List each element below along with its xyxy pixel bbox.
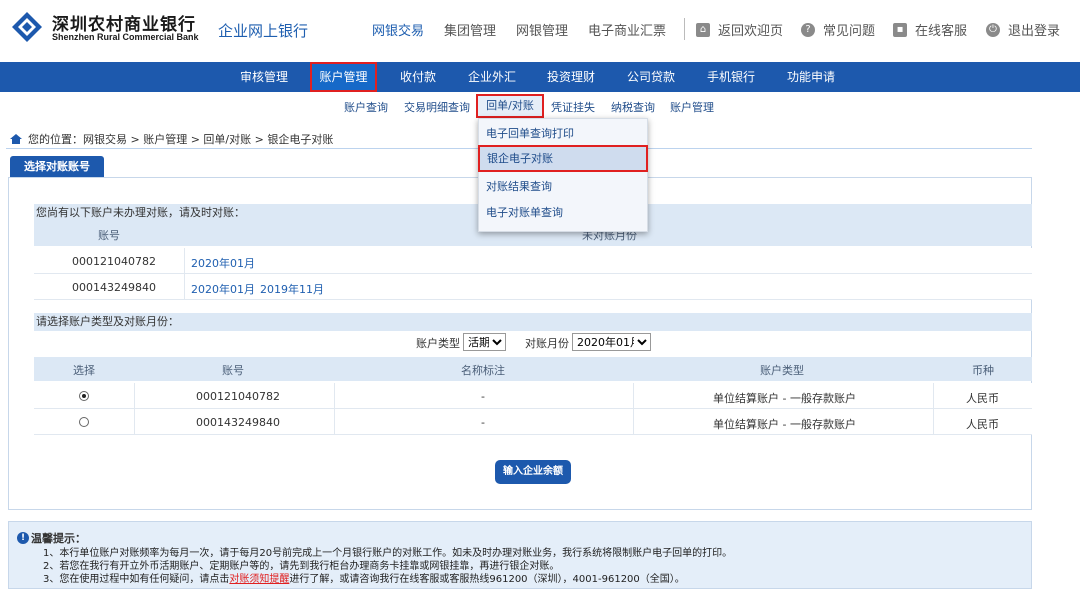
question-icon: ? <box>801 22 815 37</box>
top-link-ebill[interactable]: 电子商业汇票 <box>588 20 666 39</box>
cell-divider <box>134 409 135 435</box>
header: 深圳农村商业银行 Shenzhen Rural Commercial Bank … <box>0 0 1080 62</box>
home-link[interactable]: ⌂ 返回欢迎页 <box>696 20 783 39</box>
month-link[interactable]: 2020年01月 <box>191 281 255 297</box>
subnav-loss-report[interactable]: 凭证挂失 <box>551 99 595 115</box>
table-row: 000143249840 2020年01月 2019年11月 <box>34 274 1032 300</box>
cell-divider <box>334 409 335 435</box>
faq-link-label: 常见问题 <box>823 24 876 39</box>
col-select: 选择 <box>73 364 95 377</box>
logout-link-label: 退出登录 <box>1008 24 1061 39</box>
tips-box: ! 温馨提示： 1、本行单位账户对账频率为每月一次，请于每月20号前完成上一个月银… <box>8 521 1032 589</box>
subnav-tax[interactable]: 纳税查询 <box>611 99 655 115</box>
tip-line-3-b: 进行了解，或请咨询我行在线客服或客服热线961200（深圳），4001-9612… <box>289 574 685 585</box>
top-link-trading[interactable]: 网银交易 <box>372 20 424 39</box>
nav-audit[interactable]: 审核管理 <box>230 62 298 92</box>
table-row: 000121040782 - 单位结算账户 - 一般存款账户 人民币 <box>34 383 1032 409</box>
col-account-type: 账户类型 <box>760 364 804 377</box>
account-note: - <box>481 416 485 429</box>
account-type-select[interactable]: 活期 <box>463 333 506 351</box>
table-row: 000121040782 2020年01月 <box>34 248 1032 274</box>
menu-item-statement-query[interactable]: 电子对账单查询 <box>486 204 563 220</box>
top-link-group[interactable]: 集团管理 <box>444 20 496 39</box>
system-title: 企业网上银行 <box>218 22 309 40</box>
accounts-header: 选择 账号 名称标注 账户类型 币种 <box>34 357 1032 381</box>
bank-name-en: Shenzhen Rural Commercial Bank <box>52 32 199 42</box>
nav-investment[interactable]: 投资理财 <box>538 62 604 92</box>
top-links: 网银交易 集团管理 网银管理 电子商业汇票 <box>372 20 686 39</box>
service-link[interactable]: ▪ 在线客服 <box>893 20 967 39</box>
cell-divider <box>184 274 185 300</box>
main-nav: 审核管理 账户管理 收付款 企业外汇 投资理财 公司贷款 手机银行 功能申请 <box>0 62 1080 92</box>
faq-link[interactable]: ? 常见问题 <box>801 20 875 39</box>
account-type: 单位结算账户 - 一般存款账户 <box>713 418 856 431</box>
input-balance-button[interactable]: 输入企业余额 <box>495 460 571 484</box>
account-number: 000121040782 <box>196 390 280 403</box>
nav-payments[interactable]: 收付款 <box>390 62 446 92</box>
cell-divider <box>334 383 335 409</box>
tip-line-3-a: 3、您在使用过程中如有任何疑问，请点击 <box>43 574 230 585</box>
breadcrumb: 您的位置： 网银交易 > 账户管理 > 回单/对账 > 银企电子对账 <box>10 131 333 147</box>
subnav-account-query[interactable]: 账户查询 <box>344 99 388 115</box>
month-link[interactable]: 2019年11月 <box>260 281 324 297</box>
cell-divider <box>633 383 634 409</box>
power-icon: ⏻ <box>986 22 1000 37</box>
col-note: 名称标注 <box>461 364 505 377</box>
table-row: 000143249840 - 单位结算账户 - 一般存款账户 人民币 <box>34 409 1032 435</box>
currency: 人民币 <box>966 392 999 405</box>
cell-divider <box>933 409 934 435</box>
chat-icon: ▪ <box>893 22 907 37</box>
divider <box>684 18 685 40</box>
account-type: 单位结算账户 - 一般存款账户 <box>713 392 856 405</box>
breadcrumb-prefix: 您的位置： <box>28 133 83 146</box>
cell-divider <box>184 248 185 274</box>
account-type-label: 账户类型 <box>416 337 460 350</box>
breadcrumb-path: 网银交易 > 账户管理 > 回单/对账 > 银企电子对账 <box>83 133 334 146</box>
account-number: 000143249840 <box>72 281 156 294</box>
currency: 人民币 <box>966 418 999 431</box>
subnav-account-mgmt[interactable]: 账户管理 <box>670 99 714 115</box>
tab-select-account[interactable]: 选择对账账号 <box>10 156 104 178</box>
home-icon <box>10 134 22 144</box>
account-radio[interactable] <box>79 417 89 427</box>
month-link[interactable]: 2020年01月 <box>191 255 255 271</box>
home-icon: ⌂ <box>696 22 710 37</box>
subnav-receipt-reconcile[interactable]: 回单/对账 <box>476 94 544 118</box>
home-link-label: 返回欢迎页 <box>718 24 784 39</box>
nav-account-mgmt[interactable]: 账户管理 <box>310 62 377 92</box>
account-radio[interactable] <box>79 391 89 401</box>
info-icon: ! <box>17 532 29 544</box>
nav-loans[interactable]: 公司贷款 <box>618 62 684 92</box>
logout-link[interactable]: ⏻ 退出登录 <box>986 20 1060 39</box>
cell-divider <box>933 383 934 409</box>
nav-mobile[interactable]: 手机银行 <box>698 62 764 92</box>
month-label: 对账月份 <box>525 337 569 350</box>
account-number: 000143249840 <box>196 416 280 429</box>
cell-divider <box>134 383 135 409</box>
select-title: 请选择账户类型及对账月份： <box>34 313 1032 331</box>
cell-divider <box>633 409 634 435</box>
bank-logo-icon <box>12 12 42 42</box>
tip-line-3: 3、您在使用过程中如有任何疑问，请点击对账须知提醒进行了解，或请咨询我行在线客服… <box>43 570 685 585</box>
col-account: 账号 <box>222 364 244 377</box>
col-currency: 币种 <box>972 364 994 377</box>
menu-item-receipt-print[interactable]: 电子回单查询打印 <box>486 125 574 141</box>
top-link-ebank-admin[interactable]: 网银管理 <box>516 20 568 39</box>
month-select[interactable]: 2020年01月 <box>572 333 651 351</box>
nav-forex[interactable]: 企业外汇 <box>460 62 524 92</box>
account-note: - <box>481 390 485 403</box>
nav-apply[interactable]: 功能申请 <box>778 62 844 92</box>
account-number: 000121040782 <box>72 255 156 268</box>
reconcile-notice-link[interactable]: 对账须知提醒 <box>229 574 289 585</box>
menu-item-reconcile-result[interactable]: 对账结果查询 <box>486 178 552 194</box>
subnav-transactions[interactable]: 交易明细查询 <box>404 99 470 115</box>
menu-item-bank-reconcile[interactable]: 银企电子对账 <box>478 145 648 172</box>
col-account: 账号 <box>98 229 120 242</box>
service-link-label: 在线客服 <box>915 24 968 39</box>
